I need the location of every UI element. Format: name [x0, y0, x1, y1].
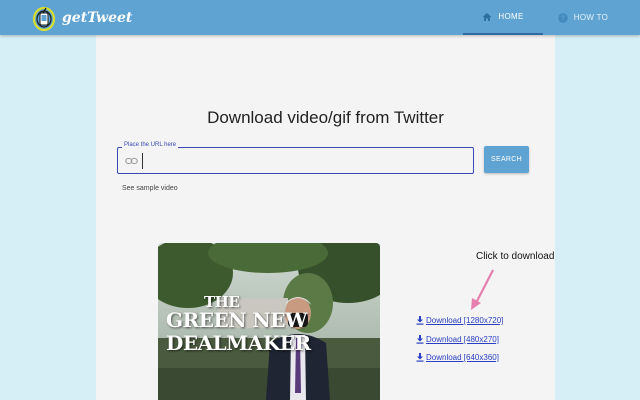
nav-how-to[interactable]: ? HOW TO	[552, 0, 614, 35]
help-icon: ?	[557, 12, 568, 23]
nav-home-label: HOME	[498, 12, 524, 21]
search-button[interactable]: SEARCH	[484, 146, 529, 173]
nav-how-to-label: HOW TO	[573, 13, 609, 22]
thumbnail-text-line: GREEN NEW	[166, 308, 307, 332]
video-thumbnail[interactable]: THE GREEN NEW DEALMAKER	[158, 243, 380, 400]
url-field-label: Place the URL here	[122, 142, 179, 148]
download-link-label: Download [1280x720]	[426, 316, 504, 325]
nav-home[interactable]: HOME	[463, 0, 543, 35]
callout-arrow-icon	[471, 269, 494, 310]
download-link-label: Download [480x270]	[426, 335, 499, 344]
download-icon	[416, 316, 424, 325]
url-field[interactable]: Place the URL here	[117, 142, 474, 174]
main-content: Download video/gif from Twitter Place th…	[96, 35, 555, 400]
link-icon	[125, 157, 138, 165]
download-callout: Click to download	[476, 251, 555, 262]
download-link-640x360[interactable]: Download [640x360]	[416, 353, 499, 362]
url-input[interactable]	[142, 153, 462, 169]
thumbnail-text-line: DEALMAKER	[166, 331, 311, 355]
logo-icon	[32, 6, 56, 32]
download-link-label: Download [640x360]	[426, 353, 499, 362]
svg-text:?: ?	[561, 15, 566, 22]
page-title: Download video/gif from Twitter	[207, 108, 444, 127]
download-icon	[416, 335, 424, 344]
download-link-480x270[interactable]: Download [480x270]	[416, 335, 499, 344]
app-name: getTweet	[62, 10, 133, 26]
app-logo[interactable]: getTweet	[30, 4, 132, 32]
home-icon	[482, 12, 492, 21]
download-link-1280x720[interactable]: Download [1280x720]	[416, 316, 503, 325]
top-navbar: getTweet HOME ? HOW TO	[0, 0, 640, 35]
sample-video-link[interactable]: See sample video	[122, 185, 178, 192]
download-icon	[416, 353, 424, 362]
